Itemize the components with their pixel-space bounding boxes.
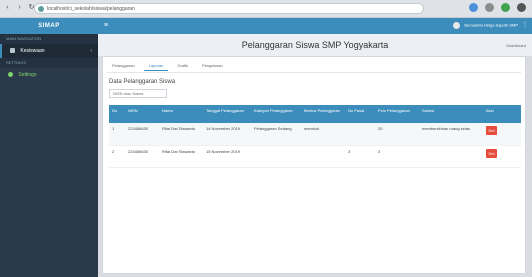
delete-button[interactable]: Del bbox=[486, 148, 497, 158]
forward-icon[interactable]: › bbox=[16, 4, 23, 11]
table-row: 1 223456630 Rifai Dwi Siswanto 14 Novemb… bbox=[109, 123, 521, 146]
content-header: Pelanggaran Siswa SMP Yogyakarta Dashboa… bbox=[98, 34, 532, 56]
dashboard-icon bbox=[10, 48, 15, 54]
hamburger-icon[interactable]: ≡ bbox=[104, 22, 108, 30]
col-header-sanksi[interactable]: Sanksi bbox=[419, 105, 483, 123]
sidebar-item-kesiswaan[interactable]: Kesiswaan ‹ bbox=[0, 44, 98, 58]
sidebar-item-label: Settings bbox=[18, 72, 37, 78]
cell-pasal bbox=[345, 123, 375, 146]
divider bbox=[107, 72, 521, 73]
page-title: Pelanggaran Siswa SMP Yogyakarta bbox=[241, 40, 389, 50]
search-input[interactable] bbox=[109, 89, 167, 98]
col-header-nama[interactable]: Nama bbox=[159, 105, 203, 123]
cell-poin: 20 bbox=[375, 123, 419, 146]
browser-toolbar: ‹ › ↻ localhost/ci_sekolah/siswa/pelangg… bbox=[0, 0, 532, 18]
extension-icon[interactable] bbox=[469, 3, 478, 12]
cell-tanggal: 15 November 2019 bbox=[203, 145, 251, 168]
sidebar: SIMAP MAIN NAVIGATION Kesiswaan ‹ SETTIN… bbox=[0, 18, 98, 277]
tab-grafik[interactable]: Grafik bbox=[172, 61, 193, 71]
sidebar-item-label: Kesiswaan bbox=[20, 48, 45, 54]
col-header-no[interactable]: No bbox=[109, 105, 125, 123]
cell-nama: Rifai Dwi Siswanto bbox=[159, 123, 203, 146]
extension-icon[interactable] bbox=[485, 3, 494, 12]
user-name: Bernadeta Helga Saputri SMP bbox=[464, 22, 518, 28]
cell-sanksi: membersihkan ruang kelas bbox=[419, 123, 483, 146]
content-card: Pelanggaran Laporan Grafik Pengaturan Da… bbox=[102, 56, 526, 274]
tab-pelanggaran[interactable]: Pelanggaran bbox=[107, 61, 140, 71]
col-header-bentuk[interactable]: Bentuk Pelanggaran bbox=[301, 105, 345, 123]
tab-pengaturan[interactable]: Pengaturan bbox=[197, 61, 228, 71]
avatar bbox=[453, 22, 461, 29]
tab-bar: Pelanggaran Laporan Grafik Pengaturan bbox=[107, 61, 228, 71]
cell-no: 1 bbox=[109, 123, 125, 146]
browser-nav: ‹ › ↻ bbox=[4, 4, 35, 11]
section-title: Data Pelanggaran Siswa bbox=[109, 79, 176, 85]
brand-logo[interactable]: SIMAP bbox=[0, 18, 98, 34]
cell-bentuk bbox=[301, 145, 345, 168]
col-header-tanggal[interactable]: Tanggal Pelanggaran bbox=[203, 105, 251, 123]
cell-pasal: 3 bbox=[345, 145, 375, 168]
cell-aksi: Del bbox=[483, 123, 521, 146]
site-info-icon[interactable] bbox=[38, 6, 44, 12]
address-bar[interactable]: localhost/ci_sekolah/siswa/pelanggaran bbox=[34, 3, 424, 14]
col-header-pasal[interactable]: No Pasal bbox=[345, 105, 375, 123]
menu-icon[interactable] bbox=[517, 3, 526, 12]
sidebar-header-main: MAIN NAVIGATION bbox=[0, 34, 98, 44]
gear-icon bbox=[8, 72, 13, 78]
extension-icon[interactable] bbox=[501, 3, 510, 12]
cell-no: 2 bbox=[109, 145, 125, 168]
cell-kategori: Pelanggaran Sedang bbox=[251, 123, 301, 146]
sidebar-header-settings: SETTINGS bbox=[0, 58, 98, 68]
url-text: localhost/ci_sekolah/siswa/pelanggaran bbox=[47, 6, 135, 12]
top-navbar: ≡ Bernadeta Helga Saputri SMP ⋮ bbox=[98, 18, 532, 34]
table-header-row: No NISN Nama Tanggal Pelanggaran Kategor… bbox=[109, 105, 521, 123]
cell-aksi: Del bbox=[483, 145, 521, 168]
chevron-left-icon: ‹ bbox=[90, 48, 92, 54]
cell-tanggal: 14 November 2019 bbox=[203, 123, 251, 146]
cell-nisn: 223456630 bbox=[125, 145, 159, 168]
cell-bentuk: merokok bbox=[301, 123, 345, 146]
cell-nama: Rifai Dwi Siswanto bbox=[159, 145, 203, 168]
tab-laporan[interactable]: Laporan bbox=[143, 61, 169, 71]
table-row: 2 223456630 Rifai Dwi Siswanto 15 Novemb… bbox=[109, 145, 521, 168]
col-header-kategori[interactable]: Kategori Pelanggaran bbox=[251, 105, 301, 123]
col-header-poin[interactable]: Poin Pelanggaran bbox=[375, 105, 419, 123]
cell-poin: 3 bbox=[375, 145, 419, 168]
col-header-nisn[interactable]: NISN bbox=[125, 105, 159, 123]
cell-nisn: 223456630 bbox=[125, 123, 159, 146]
cell-sanksi bbox=[419, 145, 483, 168]
back-icon[interactable]: ‹ bbox=[4, 4, 11, 11]
more-icon[interactable]: ⋮ bbox=[522, 21, 528, 28]
breadcrumb[interactable]: Dashboard bbox=[506, 43, 526, 48]
user-menu[interactable]: Bernadeta Helga Saputri SMP bbox=[453, 22, 518, 29]
extensions bbox=[469, 3, 526, 12]
col-header-aksi: Aksi bbox=[483, 105, 521, 123]
delete-button[interactable]: Del bbox=[486, 126, 497, 135]
cell-kategori bbox=[251, 145, 301, 168]
violations-table: No NISN Nama Tanggal Pelanggaran Kategor… bbox=[109, 105, 521, 168]
sidebar-item-settings[interactable]: Settings bbox=[0, 68, 98, 82]
